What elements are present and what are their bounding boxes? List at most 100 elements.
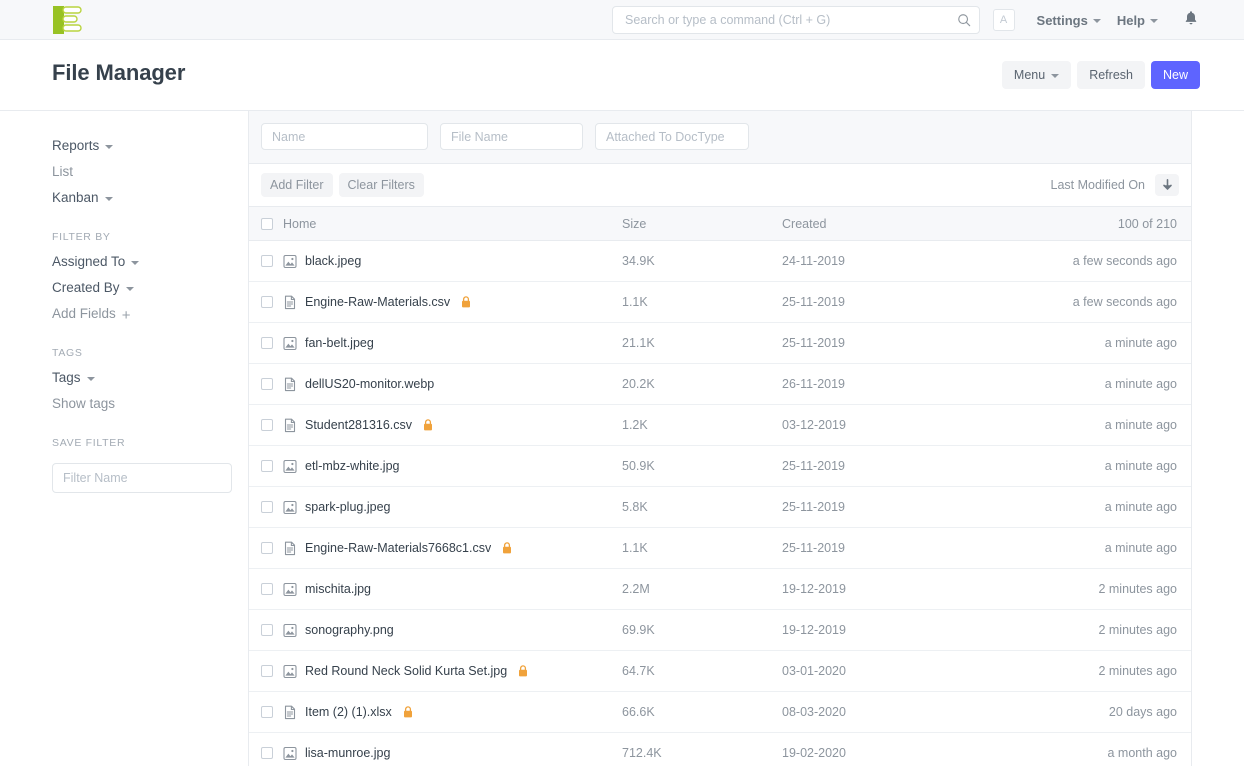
help-menu[interactable]: Help (1109, 9, 1166, 32)
file-name-link[interactable]: Engine-Raw-Materials7668c1.csv (305, 541, 491, 555)
row-checkbox[interactable] (261, 255, 273, 267)
erpnext-logo-icon[interactable] (52, 5, 84, 35)
row-created-cell: 19-12-2019 (782, 623, 987, 637)
row-checkbox[interactable] (261, 378, 273, 390)
table-row[interactable]: Red Round Neck Solid Kurta Set.jpg64.7K0… (249, 651, 1191, 692)
row-checkbox[interactable] (261, 583, 273, 595)
filter-name-input[interactable] (52, 463, 232, 493)
row-modified-cell: a minute ago (987, 459, 1177, 473)
row-checkbox[interactable] (261, 296, 273, 308)
row-checkbox[interactable] (261, 665, 273, 677)
bell-icon (1184, 10, 1198, 26)
row-modified-cell: a few seconds ago (987, 254, 1177, 268)
file-name-link[interactable]: mischita.jpg (305, 582, 371, 596)
page-header: File Manager Menu Refresh New (0, 40, 1244, 111)
chevron-down-icon (105, 197, 113, 201)
filter-name-field[interactable] (261, 123, 428, 150)
table-row[interactable]: etl-mbz-white.jpg50.9K25-11-2019a minute… (249, 446, 1191, 487)
file-name-link[interactable]: Item (2) (1).xlsx (305, 705, 392, 719)
settings-menu[interactable]: Settings (1029, 9, 1109, 32)
table-row[interactable]: dellUS20-monitor.webp20.2K26-11-2019a mi… (249, 364, 1191, 405)
table-row[interactable]: fan-belt.jpeg21.1K25-11-2019a minute ago (249, 323, 1191, 364)
row-modified-cell: a minute ago (987, 418, 1177, 432)
table-row[interactable]: Engine-Raw-Materials7668c1.csv1.1K25-11-… (249, 528, 1191, 569)
table-row[interactable]: Student281316.csv1.2K03-12-2019a minute … (249, 405, 1191, 446)
file-name-link[interactable]: Engine-Raw-Materials.csv (305, 295, 450, 309)
sidebar-item-label: Kanban (52, 185, 99, 211)
table-row[interactable]: black.jpeg34.9K24-11-2019a few seconds a… (249, 241, 1191, 282)
refresh-button[interactable]: Refresh (1077, 61, 1145, 89)
row-modified-cell: a few seconds ago (987, 295, 1177, 309)
row-checkbox[interactable] (261, 706, 273, 718)
sort-direction-button[interactable] (1155, 174, 1179, 196)
sidebar-item-created-by[interactable]: Created By (52, 275, 248, 301)
filter-attached-to-doctype-field[interactable] (595, 123, 749, 150)
file-name-link[interactable]: Red Round Neck Solid Kurta Set.jpg (305, 664, 507, 678)
row-size-cell: 66.6K (622, 705, 782, 719)
row-name-cell: Student281316.csv (283, 418, 622, 433)
menu-button[interactable]: Menu (1002, 61, 1071, 89)
image-file-icon (283, 623, 297, 638)
document-file-icon (283, 541, 297, 556)
table-row[interactable]: Item (2) (1).xlsx66.6K08-03-202020 days … (249, 692, 1191, 733)
chevron-down-icon (105, 145, 113, 149)
sidebar-item-kanban[interactable]: Kanban (52, 185, 248, 211)
row-select-cell (261, 378, 283, 390)
row-select-cell (261, 501, 283, 513)
global-search[interactable] (612, 6, 980, 34)
file-name-link[interactable]: Student281316.csv (305, 418, 412, 432)
file-name-link[interactable]: sonography.png (305, 623, 394, 637)
row-size-cell: 2.2M (622, 582, 782, 596)
sidebar-heading-filter-by: FILTER BY (52, 231, 248, 243)
column-header-created[interactable]: Created (782, 217, 987, 231)
new-button[interactable]: New (1151, 61, 1200, 89)
sidebar-item-list[interactable]: List (52, 159, 248, 185)
column-header-name[interactable]: Home (283, 217, 622, 231)
table-row[interactable]: lisa-munroe.jpg712.4K19-02-2020a month a… (249, 733, 1191, 766)
row-select-cell (261, 337, 283, 349)
row-checkbox[interactable] (261, 337, 273, 349)
avatar[interactable]: A (993, 9, 1015, 31)
table-row[interactable]: spark-plug.jpeg5.8K25-11-2019a minute ag… (249, 487, 1191, 528)
row-name-cell: Red Round Neck Solid Kurta Set.jpg (283, 664, 622, 679)
file-name-link[interactable]: spark-plug.jpeg (305, 500, 390, 514)
row-checkbox[interactable] (261, 542, 273, 554)
clear-filters-button[interactable]: Clear Filters (339, 173, 424, 197)
file-name-link[interactable]: lisa-munroe.jpg (305, 746, 390, 760)
sidebar-item-tags[interactable]: Tags (52, 365, 248, 391)
chevron-down-icon (1051, 74, 1059, 78)
row-checkbox[interactable] (261, 419, 273, 431)
row-size-cell: 21.1K (622, 336, 782, 350)
sidebar-item-show-tags[interactable]: Show tags (52, 391, 248, 417)
row-size-cell: 5.8K (622, 500, 782, 514)
row-checkbox[interactable] (261, 747, 273, 759)
table-row[interactable]: Engine-Raw-Materials.csv1.1K25-11-2019a … (249, 282, 1191, 323)
row-size-cell: 69.9K (622, 623, 782, 637)
table-row[interactable]: sonography.png69.9K19-12-20192 minutes a… (249, 610, 1191, 651)
sidebar-item-label: Created By (52, 275, 120, 301)
add-filter-button[interactable]: Add Filter (261, 173, 333, 197)
table-row[interactable]: mischita.jpg2.2M19-12-20192 minutes ago (249, 569, 1191, 610)
filter-file-name-field[interactable] (440, 123, 583, 150)
notifications-button[interactable] (1178, 6, 1204, 35)
row-checkbox[interactable] (261, 501, 273, 513)
row-size-cell: 34.9K (622, 254, 782, 268)
search-input[interactable] (623, 12, 957, 28)
document-file-icon (283, 418, 297, 433)
sidebar-item-reports[interactable]: Reports (52, 133, 248, 159)
file-name-link[interactable]: etl-mbz-white.jpg (305, 459, 399, 473)
sidebar-item-assigned-to[interactable]: Assigned To (52, 249, 248, 275)
sidebar-item-add-fields[interactable]: Add Fields + (52, 301, 248, 327)
sort-selector[interactable]: Last Modified On (1051, 178, 1146, 192)
file-name-link[interactable]: dellUS20-monitor.webp (305, 377, 434, 391)
image-file-icon (283, 664, 297, 679)
row-created-cell: 26-11-2019 (782, 377, 987, 391)
row-checkbox[interactable] (261, 624, 273, 636)
column-header-size[interactable]: Size (622, 217, 782, 231)
file-name-link[interactable]: black.jpeg (305, 254, 361, 268)
row-checkbox[interactable] (261, 460, 273, 472)
select-all-checkbox[interactable] (261, 218, 273, 230)
row-modified-cell: 2 minutes ago (987, 582, 1177, 596)
row-name-cell: Engine-Raw-Materials7668c1.csv (283, 541, 622, 556)
file-name-link[interactable]: fan-belt.jpeg (305, 336, 374, 350)
